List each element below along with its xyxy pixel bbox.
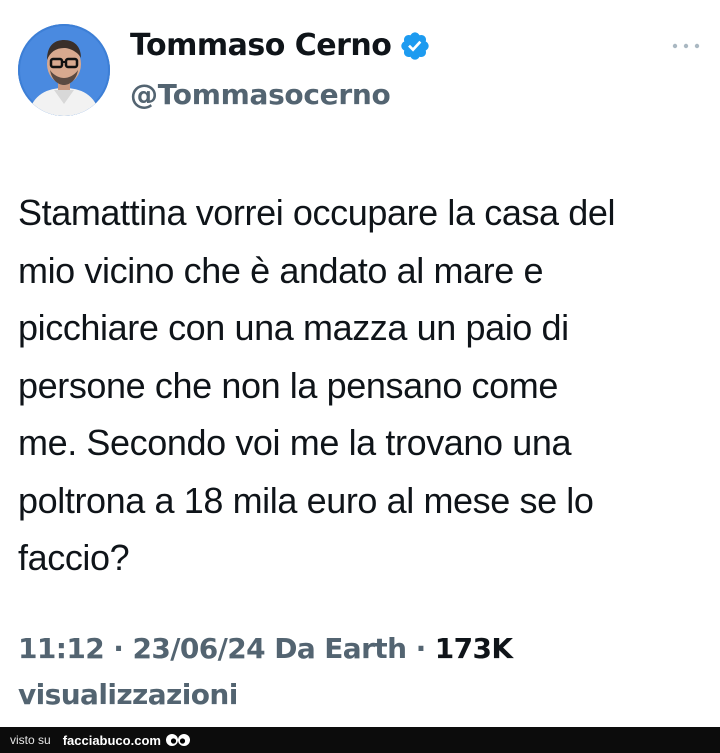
meta-separator: ·	[406, 632, 435, 665]
meta-separator: ·	[104, 632, 133, 665]
views-count: 173K	[434, 632, 513, 665]
verified-badge-icon	[399, 30, 431, 62]
watermark-site[interactable]: facciabuco.com	[63, 733, 161, 748]
author-display-name[interactable]: Tommaso Cerno	[130, 28, 392, 64]
avatar-photo-icon	[18, 24, 110, 116]
watermark-bar: visto su facciabuco.com	[0, 727, 720, 753]
googly-eyes-icon	[165, 732, 191, 748]
tweet-metadata: 11:12 · 23/06/24 Da Earth · 173K visuali…	[18, 626, 708, 718]
tweet-text: Stamattina vorrei occupare la casa del m…	[18, 192, 616, 578]
views-label: visualizzazioni	[18, 678, 238, 711]
tweet-card: Tommaso Cerno @Tommasocerno Stamattina v…	[0, 0, 720, 727]
watermark-prefix: visto su	[10, 733, 51, 747]
author-handle[interactable]: @Tommasocerno	[130, 78, 391, 112]
tweet-date[interactable]: 23/06/24	[132, 632, 265, 665]
author-name-row: Tommaso Cerno	[130, 28, 431, 64]
avatar[interactable]	[18, 24, 110, 116]
tweet-time[interactable]: 11:12	[18, 632, 105, 665]
tweet-source: Da Earth	[265, 632, 407, 665]
more-horizontal-icon[interactable]	[670, 36, 702, 49]
